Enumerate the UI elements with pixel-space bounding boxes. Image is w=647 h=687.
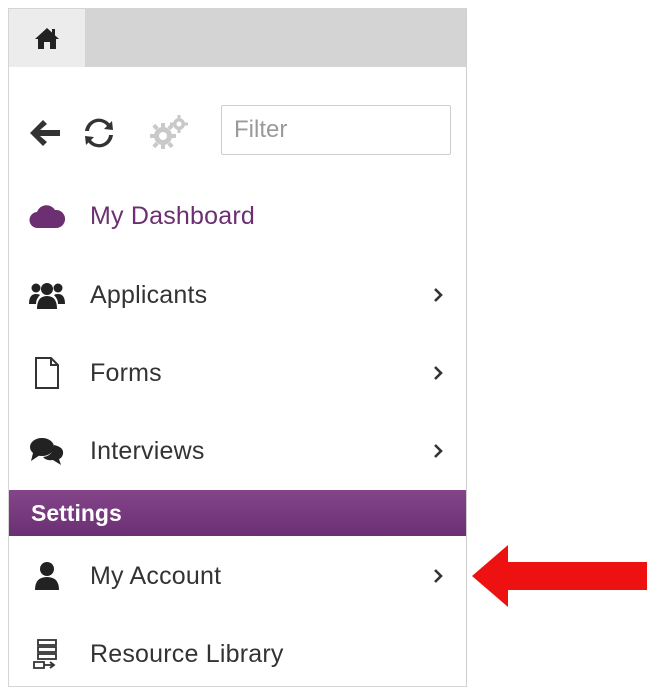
sidebar-panel: My Dashboard Applicants [8, 8, 467, 687]
menu-item-label: My Dashboard [90, 201, 255, 230]
library-icon [29, 636, 65, 672]
chevron-right-icon [431, 285, 445, 305]
home-tab[interactable] [9, 9, 85, 67]
menu-item-label: Forms [90, 358, 162, 387]
user-icon [29, 558, 65, 594]
chevron-right-icon [431, 441, 445, 461]
menu-item-my-account[interactable]: My Account [9, 539, 466, 613]
comments-icon [29, 433, 65, 469]
menu-item-label: Applicants [90, 280, 208, 309]
users-icon [29, 277, 65, 313]
chevron-right-icon [431, 566, 445, 586]
chevron-right-icon [431, 363, 445, 383]
red-arrow-annotation [472, 545, 647, 607]
refresh-icon[interactable] [81, 115, 117, 151]
home-icon [35, 28, 59, 49]
settings-section-header: Settings [9, 490, 466, 536]
menu-item-interviews[interactable]: Interviews [9, 414, 466, 488]
gears-icon[interactable] [147, 113, 191, 153]
document-icon [29, 355, 65, 391]
menu-item-my-dashboard[interactable]: My Dashboard [9, 179, 466, 253]
top-tab-bar [9, 9, 466, 67]
menu-item-label: Interviews [90, 436, 205, 465]
back-arrow-icon[interactable] [27, 115, 63, 151]
menu-item-label: My Account [90, 561, 222, 590]
menu-item-label: Resource Library [90, 639, 284, 668]
menu-item-applicants[interactable]: Applicants [9, 258, 466, 332]
menu-item-forms[interactable]: Forms [9, 336, 466, 410]
menu-item-resource-library[interactable]: Resource Library [9, 617, 466, 686]
filter-input[interactable] [221, 105, 451, 155]
cloud-icon [29, 198, 65, 234]
